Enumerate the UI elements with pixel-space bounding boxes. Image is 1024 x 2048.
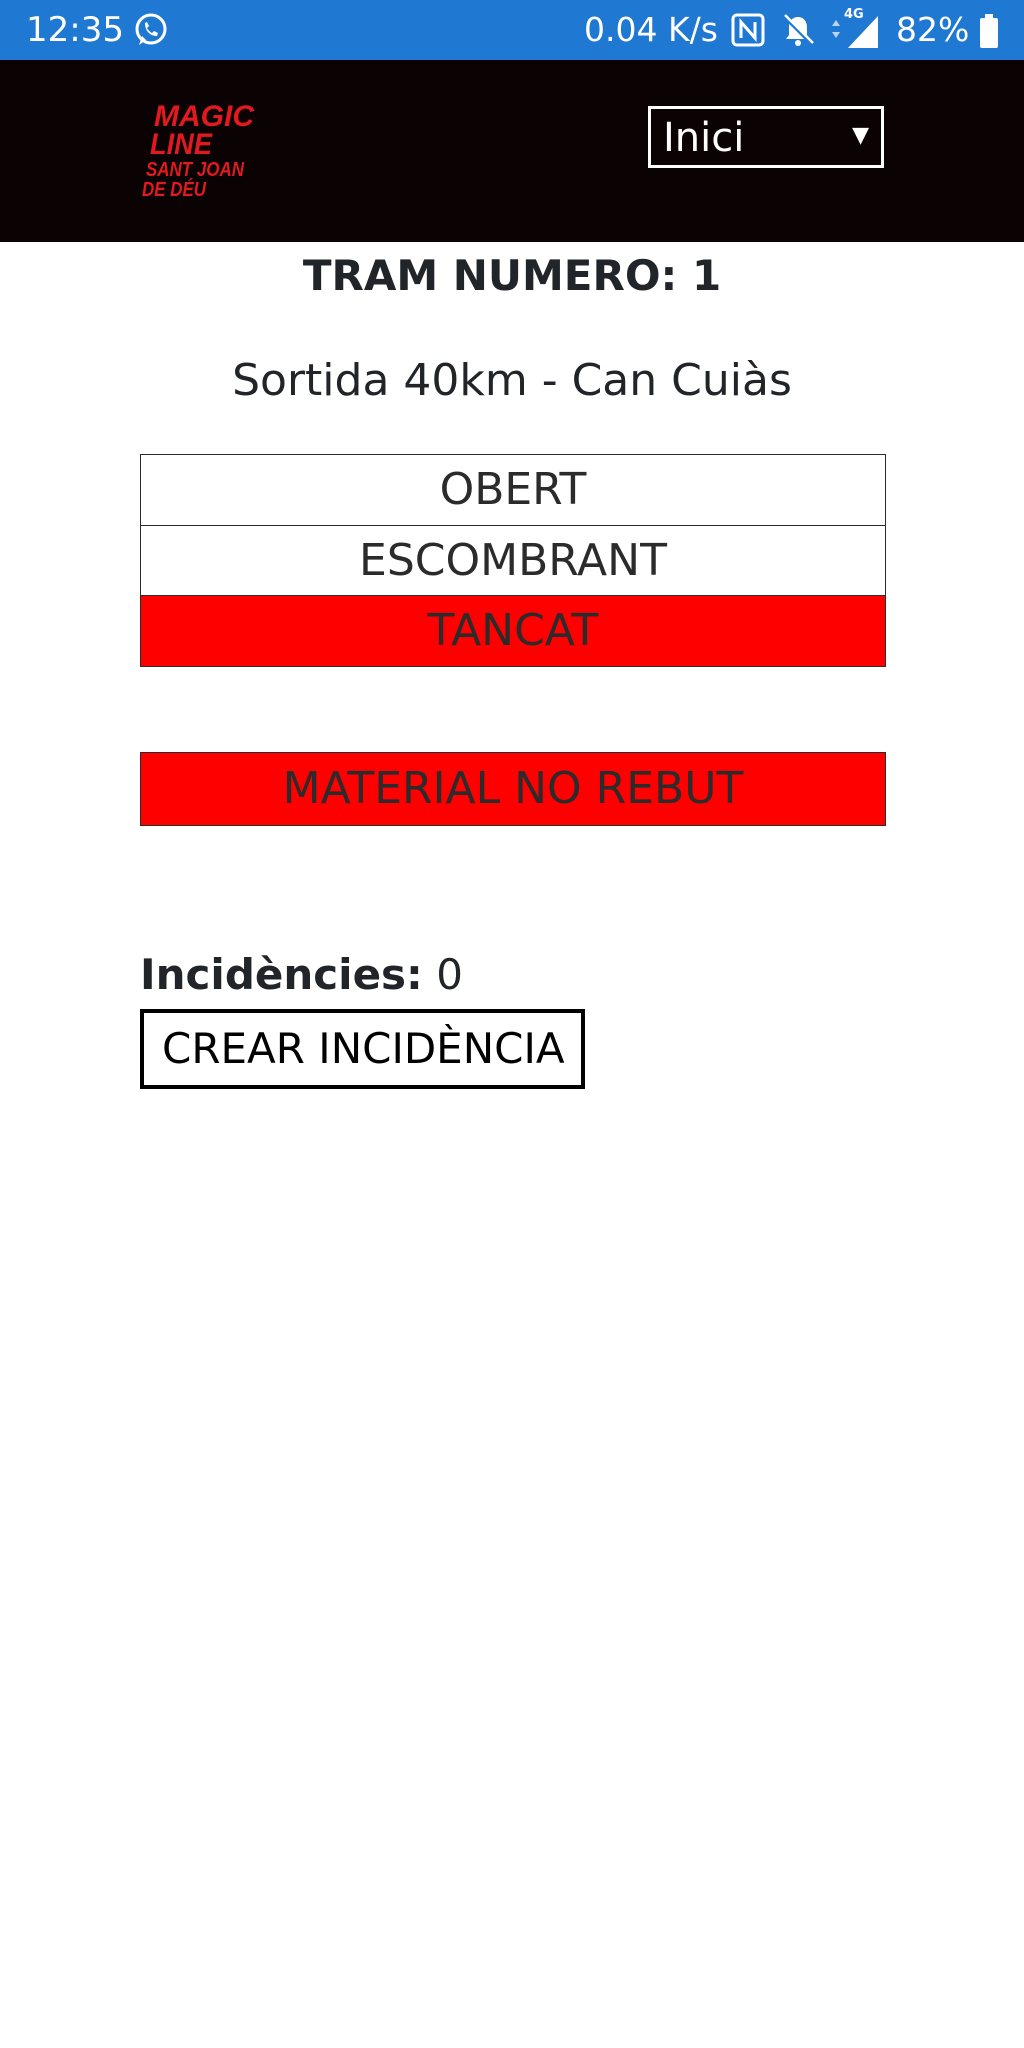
chevron-down-icon: ▼ [852, 123, 869, 148]
app-header: MAGIC LINE SANT JOAN DE DÉU Inici ▼ [0, 60, 1024, 242]
incidences-count: 0 [436, 950, 463, 999]
create-incidence-button[interactable]: CREAR INCIDÈNCIA [140, 1009, 585, 1089]
svg-text:SANT JOAN: SANT JOAN [146, 159, 244, 181]
status-bar: 12:35 0.04 K/s 4G 82% [0, 0, 1024, 60]
nfc-icon [731, 13, 765, 47]
status-selector: OBERT ESCOMBRANT TANCAT [140, 454, 886, 667]
battery-percentage: 82% [896, 10, 970, 49]
incidences-label: Incidències: [140, 950, 423, 999]
material-not-received-button[interactable]: MATERIAL NO REBUT [140, 752, 886, 826]
navigation-select-value: Inici [663, 115, 745, 161]
status-time: 12:35 [26, 10, 124, 50]
status-option-obert[interactable]: OBERT [140, 454, 886, 526]
status-option-escombrant[interactable]: ESCOMBRANT [140, 524, 886, 597]
status-option-tancat[interactable]: TANCAT [140, 595, 886, 667]
network-speed: 0.04 K/s [584, 10, 718, 49]
svg-text:LINE: LINE [150, 128, 213, 161]
whatsapp-icon [135, 13, 167, 45]
section-subtitle: Sortida 40km - Can Cuiàs [232, 355, 792, 406]
svg-text:DE DÉU: DE DÉU [142, 178, 206, 200]
signal-icon [832, 16, 878, 48]
incidences-summary: Incidències: 0 [140, 948, 463, 1002]
page-title: TRAM NUMERO: 1 [302, 251, 722, 300]
battery-icon [980, 14, 998, 48]
navigation-select[interactable]: Inici ▼ [648, 106, 884, 168]
magic-line-logo[interactable]: MAGIC LINE SANT JOAN DE DÉU [138, 100, 258, 200]
bell-off-icon [783, 14, 814, 46]
